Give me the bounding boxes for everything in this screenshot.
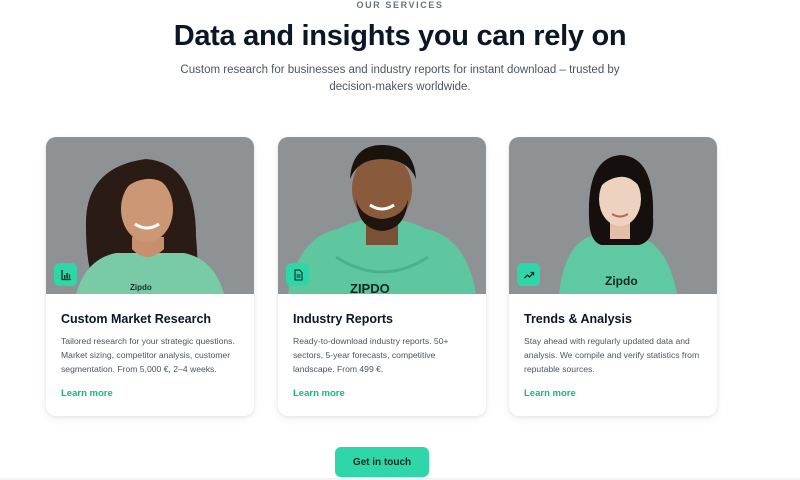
learn-more-link[interactable]: Learn more xyxy=(61,388,113,399)
shirt-print-text: Zipdo xyxy=(605,274,638,288)
learn-more-link[interactable]: Learn more xyxy=(524,388,576,399)
section-subtitle: Custom research for businesses and indus… xyxy=(180,64,620,93)
card-title: Industry Reports xyxy=(293,312,394,326)
service-card-custom-research: Zipdo Custom Market Research Tailored re… xyxy=(46,137,254,416)
learn-more-link[interactable]: Learn more xyxy=(293,388,345,399)
card-photo: Zipdo xyxy=(509,137,717,294)
service-card-trends-analysis: Zipdo Trends & Analysis Stay ahead with … xyxy=(509,137,717,416)
card-title: Custom Market Research xyxy=(61,312,212,326)
shirt-print-text: Zipdo xyxy=(130,283,152,292)
bar-chart-icon xyxy=(54,263,77,286)
eyebrow-label: OUR SERVICES xyxy=(356,0,444,10)
section-title: Data and insights you can rely on xyxy=(173,20,627,52)
card-photo: ZIPDO xyxy=(278,137,486,294)
shirt-print-text: ZIPDO xyxy=(350,281,390,294)
trending-up-icon xyxy=(517,263,540,286)
card-photo: Zipdo xyxy=(46,137,254,294)
service-card-industry-reports: ZIPDO Industry Reports Ready-to-download… xyxy=(278,137,486,416)
card-description: Stay ahead with regularly updated data a… xyxy=(524,336,700,374)
card-title: Trends & Analysis xyxy=(524,312,632,326)
card-description: Tailored research for your strategic que… xyxy=(61,336,235,374)
card-description: Ready-to-download industry reports. 50+ … xyxy=(293,336,449,374)
document-icon xyxy=(286,263,309,286)
get-in-touch-button[interactable]: Get in touch xyxy=(335,447,429,477)
